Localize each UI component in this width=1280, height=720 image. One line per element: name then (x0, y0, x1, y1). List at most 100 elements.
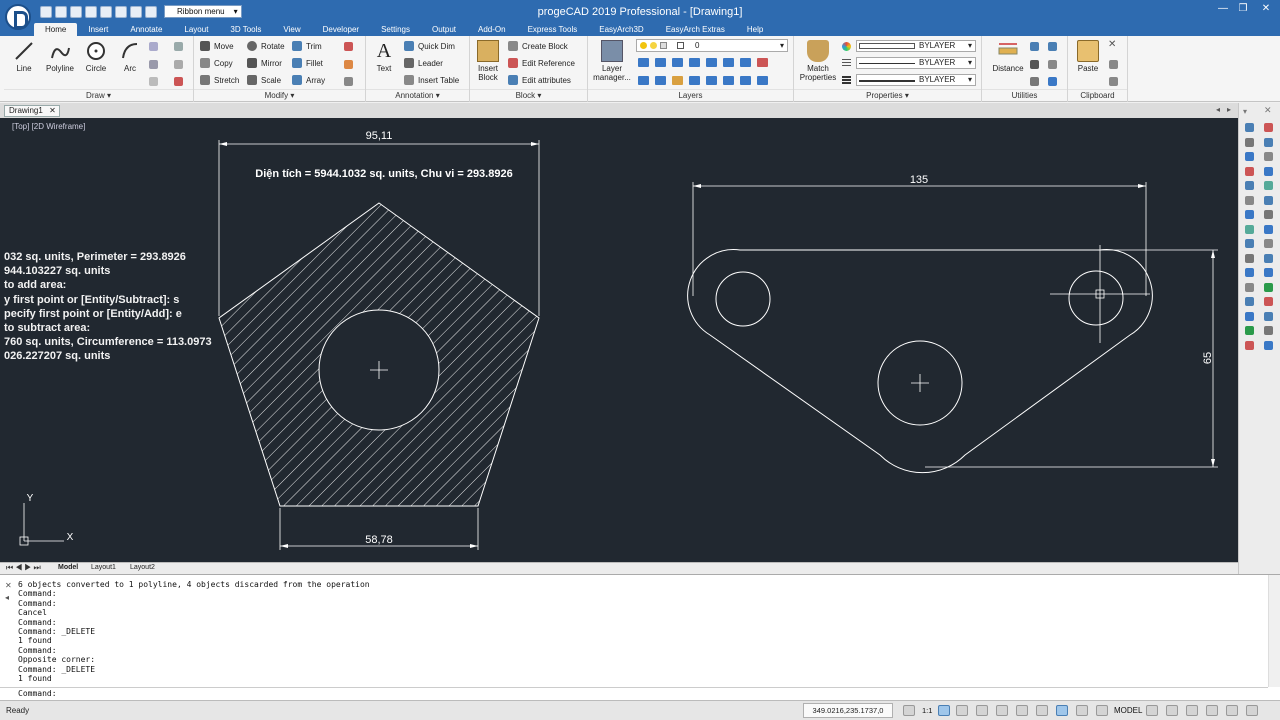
hardware-acceleration-icon[interactable] (1226, 705, 1238, 716)
workspace-icon[interactable] (1166, 705, 1178, 716)
command-scrollbar[interactable] (1268, 575, 1280, 687)
layer-tool-2-icon[interactable] (655, 58, 666, 67)
object-tracking-icon[interactable] (1076, 705, 1088, 716)
coordinate-display[interactable]: 349.0216,235.1737,0 (803, 703, 893, 718)
offset-icon[interactable] (344, 77, 353, 86)
command-input[interactable] (66, 689, 1256, 699)
grid-display-icon[interactable] (996, 705, 1008, 716)
object-snap-icon[interactable] (1056, 705, 1068, 716)
view-tool-1-r-icon[interactable] (1264, 123, 1273, 132)
layout-tab-layout2[interactable]: Layout2 (130, 564, 155, 571)
layer-tool-5-icon[interactable] (706, 58, 717, 67)
ortho-mode-icon[interactable] (1016, 705, 1028, 716)
view-tool-10-l-icon[interactable] (1245, 253, 1254, 263)
layer-tool-14-icon[interactable] (723, 76, 734, 85)
layer-tool-13-icon[interactable] (706, 76, 717, 85)
layer-manager-button[interactable]: Layer manager... (590, 40, 634, 82)
ribbon-tab-3d-tools[interactable]: 3D Tools (219, 23, 272, 36)
layout-tab-model[interactable]: Model (58, 564, 78, 571)
calculator-icon[interactable] (1030, 77, 1039, 86)
view-tool-16-l-icon[interactable] (1245, 340, 1254, 350)
app-logo-icon[interactable] (5, 4, 31, 30)
area-text[interactable]: Diện tích = 5944.1032 sq. units, Chu vi … (255, 168, 512, 180)
point-icon[interactable] (174, 60, 183, 69)
command-window-options-icon[interactable]: ◂ (5, 593, 9, 602)
layer-tool-4-icon[interactable] (689, 58, 700, 67)
create-block-button[interactable]: Create Block (508, 40, 568, 52)
view-tool-4-r-icon[interactable] (1264, 166, 1273, 176)
view-tool-12-r-icon[interactable] (1264, 282, 1273, 292)
filter-icon[interactable] (1048, 77, 1057, 86)
layer-tool-8-icon[interactable] (757, 58, 768, 67)
layer-tool-6-icon[interactable] (723, 58, 734, 67)
layer-tool-7-icon[interactable] (740, 58, 751, 67)
modify-panel-label[interactable]: Modify ▾ (194, 89, 365, 100)
annotation-visibility-icon[interactable] (938, 705, 950, 716)
new-file-icon[interactable] (40, 5, 52, 18)
redo-icon[interactable] (130, 5, 142, 18)
view-tool-7-l-icon[interactable] (1245, 210, 1254, 219)
layer-tool-1-icon[interactable] (638, 58, 649, 67)
array-button[interactable]: Array (292, 74, 325, 86)
cut-icon[interactable]: ✕ (1108, 39, 1116, 50)
view-tool-5-l-icon[interactable] (1245, 181, 1254, 190)
layer-tool-3-icon[interactable] (672, 58, 683, 67)
quick-dim-button[interactable]: Quick Dim (404, 40, 455, 52)
part-outline[interactable] (687, 249, 1153, 474)
clean-screen-icon[interactable] (1246, 705, 1258, 716)
dim-65-text[interactable]: 65 (1202, 352, 1214, 364)
ribbon-tab-insert[interactable]: Insert (77, 23, 119, 36)
edit-attributes-button[interactable]: Edit attributes (508, 74, 571, 86)
view-tool-3-r-icon[interactable] (1264, 152, 1273, 161)
erase-icon[interactable] (344, 42, 353, 51)
auto-scale-icon[interactable] (956, 705, 968, 716)
lock-ui-icon[interactable] (1186, 705, 1198, 716)
draw-panel-label[interactable]: Draw ▾ (4, 89, 193, 100)
view-tool-8-r-icon[interactable] (1264, 224, 1273, 234)
view-tool-15-r-icon[interactable] (1264, 326, 1273, 335)
settings-gear-icon[interactable] (1146, 705, 1158, 716)
circle-button[interactable]: Circle (78, 40, 114, 73)
tab-scroll-left-icon[interactable]: ◂ (1216, 105, 1220, 114)
linetype-dropdown[interactable]: BYLAYER ▾ (856, 57, 976, 69)
region-icon[interactable] (174, 77, 183, 86)
view-tool-3-l-icon[interactable] (1245, 152, 1254, 161)
scale-button[interactable]: Scale (247, 74, 281, 86)
annotation-panel-label[interactable]: Annotation ▾ (366, 89, 469, 100)
lineweight-dropdown[interactable]: BYLAYER ▾ (856, 74, 976, 86)
explode-icon[interactable] (344, 60, 353, 69)
ribbon-tab-express-tools[interactable]: Express Tools (517, 23, 589, 36)
block-panel-label[interactable]: Block ▾ (470, 89, 587, 100)
insert-block-button[interactable]: Insert Block (470, 40, 506, 82)
layer-dropdown[interactable]: 0 ▾ (636, 39, 788, 52)
list-icon[interactable] (1048, 42, 1057, 51)
view-tool-2-r-icon[interactable] (1264, 137, 1273, 147)
ribbon-tab-view[interactable]: View (272, 23, 311, 36)
undo-icon[interactable] (115, 5, 127, 18)
dim-135-text[interactable]: 135 (910, 174, 928, 186)
polar-tracking-icon[interactable] (1036, 705, 1048, 716)
ribbon-tab-home[interactable]: Home (34, 23, 78, 36)
select-all-icon[interactable] (1048, 60, 1057, 69)
view-tool-13-l-icon[interactable] (1245, 297, 1254, 306)
view-tool-4-l-icon[interactable] (1245, 166, 1254, 176)
tab-scroll-right-icon[interactable]: ▸ (1227, 105, 1231, 114)
document-tab-drawing1[interactable]: Drawing1 ✕ (4, 105, 60, 117)
polyline-button[interactable]: Polyline (42, 40, 78, 73)
annotation-scale-icon[interactable] (903, 705, 915, 716)
ribbon-tab-easyarch3d[interactable]: EasyArch3D (588, 23, 654, 36)
id-point-icon[interactable] (1030, 42, 1039, 51)
dim-top-text[interactable]: 95,11 (366, 130, 393, 142)
view-tool-8-l-icon[interactable] (1245, 224, 1254, 234)
view-tool-13-r-icon[interactable] (1264, 297, 1273, 306)
layer-tool-10-icon[interactable] (655, 76, 666, 85)
model-space-button[interactable]: MODEL (1114, 706, 1142, 715)
minimize-button[interactable]: — (1213, 2, 1233, 16)
maximize-button[interactable]: ❐ (1233, 2, 1253, 16)
view-tool-6-r-icon[interactable] (1264, 195, 1273, 205)
view-tool-16-r-icon[interactable] (1264, 340, 1273, 350)
fillet-button[interactable]: Fillet (292, 57, 323, 69)
dim-bottom-text[interactable]: 58,78 (365, 534, 393, 546)
view-tool-14-l-icon[interactable] (1245, 311, 1254, 321)
view-tool-9-r-icon[interactable] (1264, 239, 1273, 248)
